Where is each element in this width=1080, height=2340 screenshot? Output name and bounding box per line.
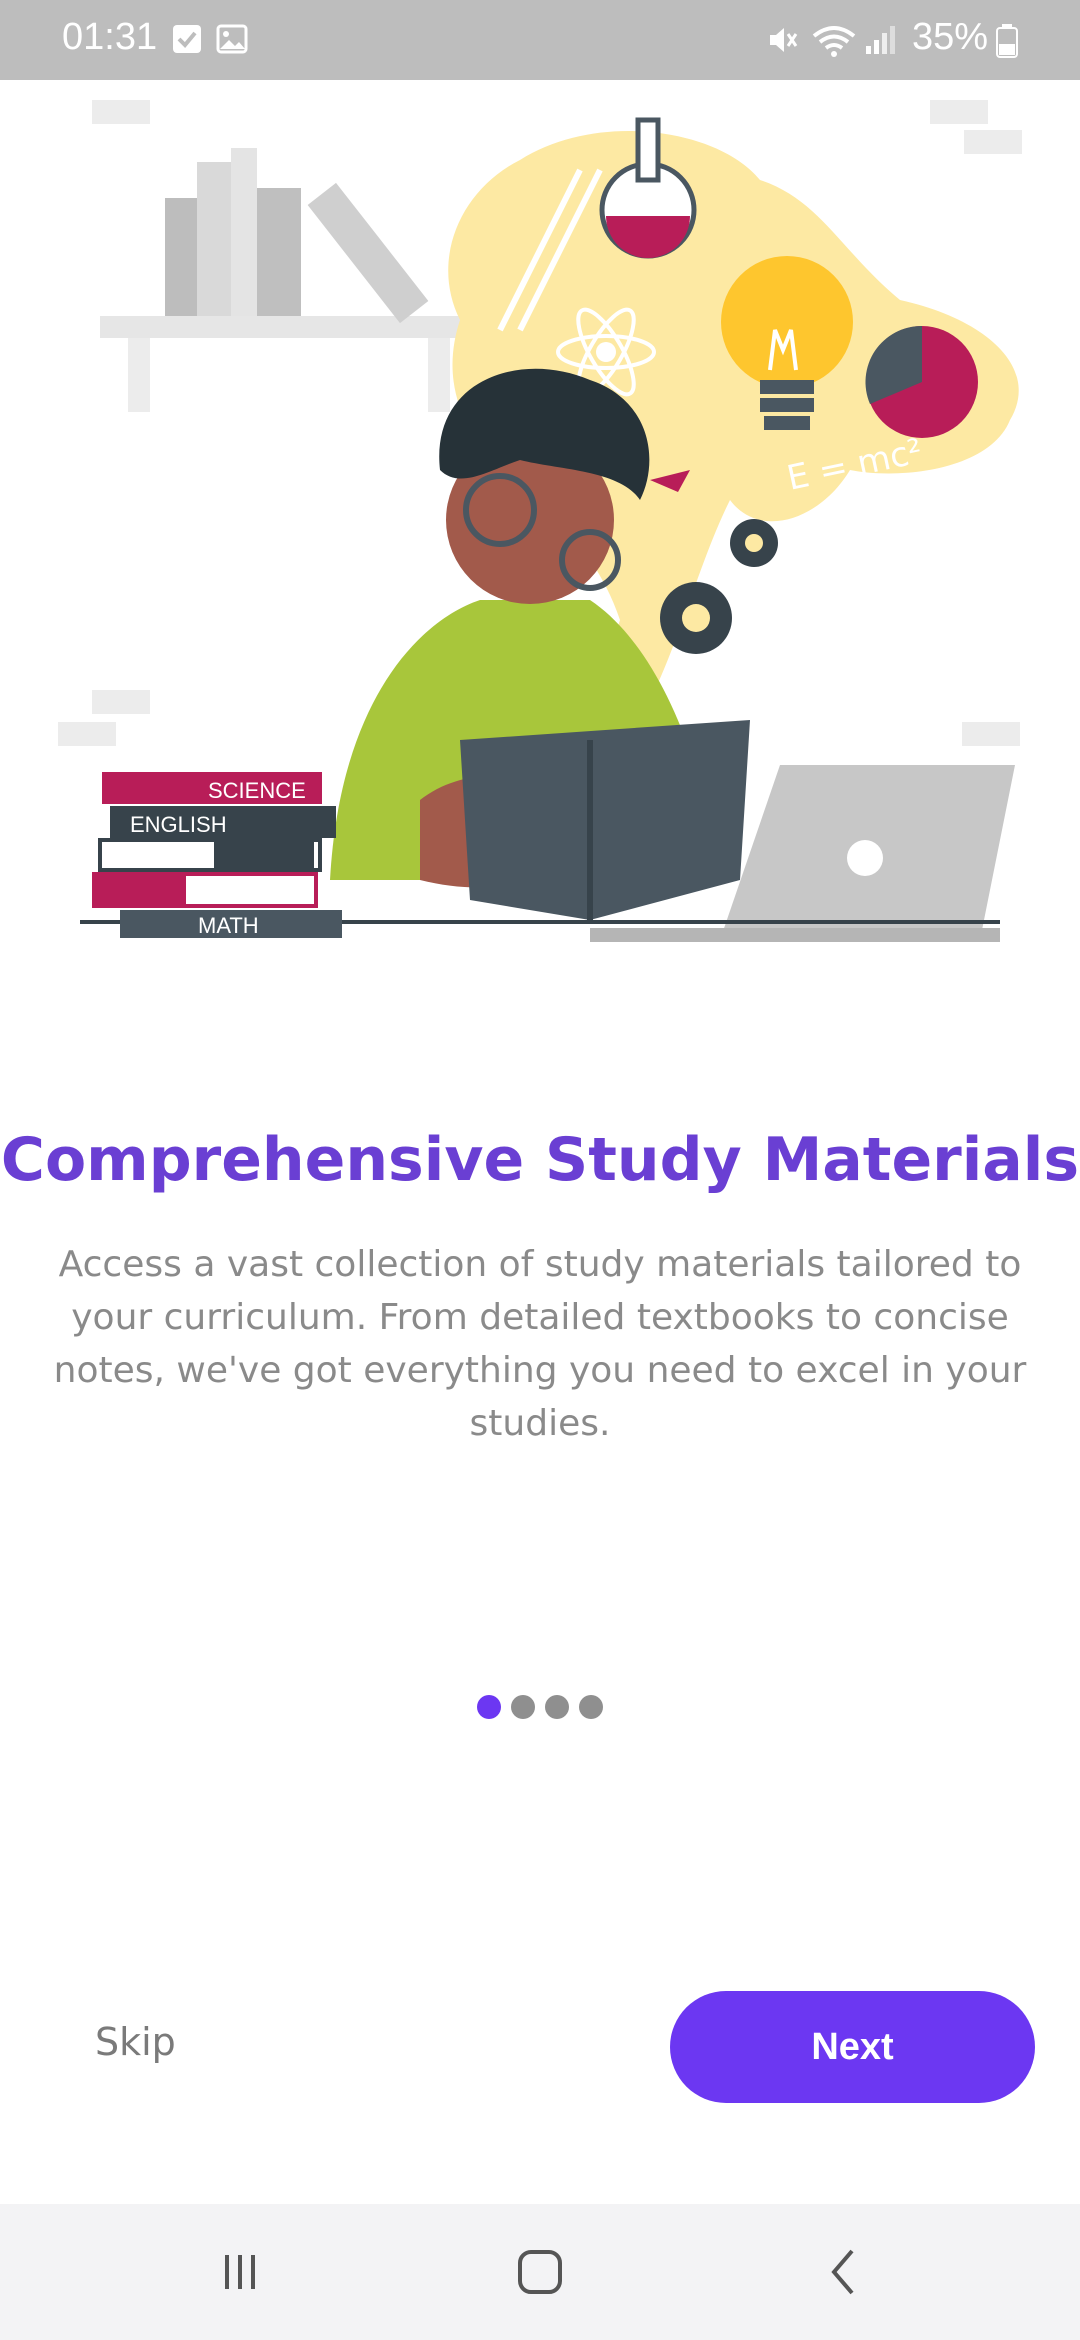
study-illustration: E = mc² SCIENCE ENGLISH MATH xyxy=(58,100,1022,942)
status-time: 01:31 xyxy=(62,16,158,58)
page-dot xyxy=(477,1695,501,1719)
image-icon xyxy=(216,24,248,58)
skip-button[interactable]: Skip xyxy=(95,2020,176,2064)
next-button[interactable]: Next xyxy=(670,1991,1035,2103)
signal-icon xyxy=(864,24,896,60)
status-bar: 01:31 35% xyxy=(0,0,1080,80)
bookshelf xyxy=(100,148,460,412)
onboarding-title: Comprehensive Study Materials xyxy=(0,1125,1080,1195)
onboarding-description: Access a vast collection of study materi… xyxy=(53,1244,1027,1444)
book-label-science: SCIENCE xyxy=(208,778,306,803)
book-label-english: ENGLISH xyxy=(130,812,227,837)
back-icon xyxy=(831,2249,854,2295)
book-label-math: MATH xyxy=(198,913,259,938)
battery-icon xyxy=(996,24,1018,62)
home-button[interactable] xyxy=(490,2232,590,2312)
navigation-bar xyxy=(0,2204,1080,2340)
home-icon xyxy=(518,2250,562,2294)
page-dot xyxy=(545,1695,569,1719)
recent-apps-button[interactable] xyxy=(190,2232,290,2312)
check-square-icon xyxy=(172,24,202,58)
page-indicator xyxy=(0,1695,1080,1721)
recent-apps-icon xyxy=(225,2255,255,2289)
back-button[interactable] xyxy=(795,2232,895,2312)
page-dot xyxy=(579,1695,603,1719)
battery-percentage: 35% xyxy=(911,16,988,58)
page-dot xyxy=(511,1695,535,1719)
book-stack: SCIENCE ENGLISH MATH xyxy=(92,772,342,938)
wifi-icon xyxy=(812,24,856,62)
mute-icon xyxy=(766,24,800,60)
